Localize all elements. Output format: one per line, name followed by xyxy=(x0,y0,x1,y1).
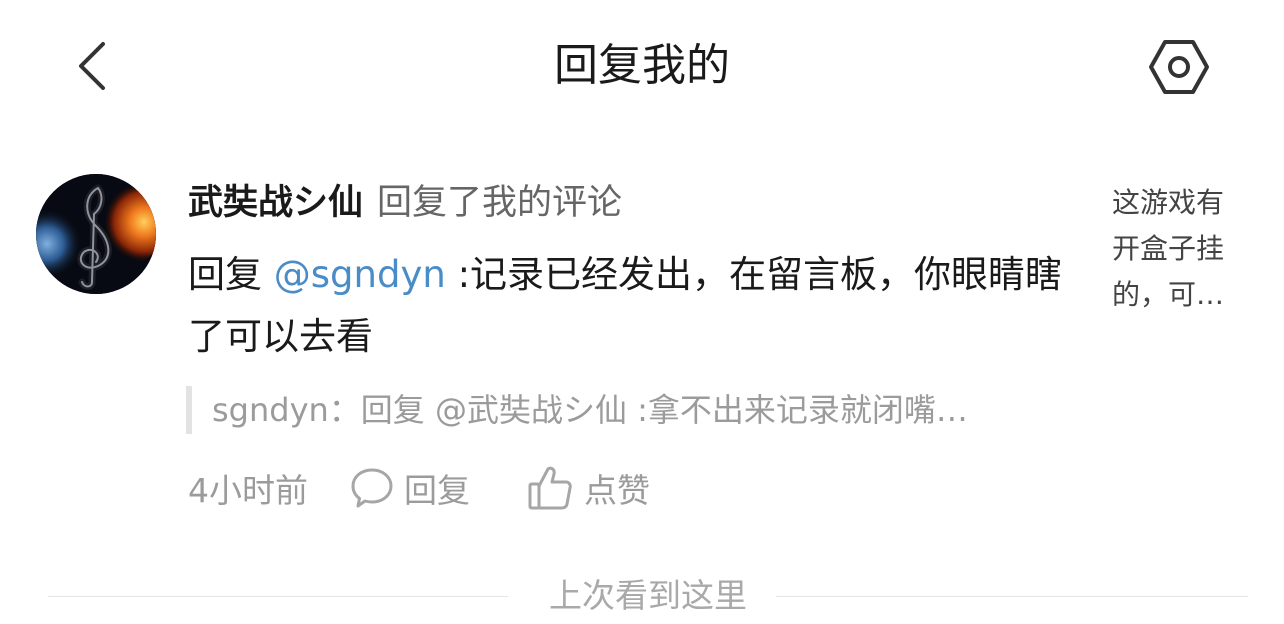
avatar[interactable] xyxy=(36,174,156,294)
original-comment-snippet[interactable]: 这游戏有 开盒子挂 的，可… xyxy=(1112,180,1242,318)
action-text: 回复了我的评论 xyxy=(377,183,623,223)
reply-prefix: 回复 xyxy=(188,253,274,296)
snippet-line: 的，可… xyxy=(1112,278,1225,311)
last-seen-divider: 上次看到这里 xyxy=(48,568,1248,624)
like-button[interactable]: 点赞 xyxy=(526,464,650,512)
comment-bubble-icon xyxy=(351,468,393,508)
page-title: 回复我的 xyxy=(554,40,730,91)
reply-content: 回复 @sgndyn :记录已经发出，在留言板，你眼睛瞎了可以去看 xyxy=(188,244,1068,368)
reply-button[interactable]: 回复 xyxy=(350,464,470,512)
treble-clef-avatar-image xyxy=(36,174,156,294)
last-seen-label: 上次看到这里 xyxy=(549,576,747,615)
username[interactable]: 武奘战シ仙 xyxy=(188,183,363,223)
settings-button[interactable] xyxy=(1144,34,1214,100)
header-bar: 回复我的 xyxy=(0,0,1284,134)
quoted-comment[interactable]: sgndyn：回复 @武奘战シ仙 :拿不出来记录就闭嘴… xyxy=(186,386,1066,434)
reply-notification-item[interactable]: 武奘战シ仙 回复了我的评论 回复 @sgndyn :记录已经发出，在留言板，你眼睛… xyxy=(0,160,1284,530)
snippet-line: 这游戏有 xyxy=(1112,186,1225,219)
reply-header-line: 武奘战シ仙 回复了我的评论 xyxy=(188,178,622,228)
timestamp: 4小时前 xyxy=(188,471,308,510)
reply-label: 回复 xyxy=(404,471,470,510)
hexagon-settings-icon xyxy=(1149,40,1209,94)
meta-row: 4小时前 回复 点赞 xyxy=(188,460,706,516)
snippet-line: 开盒子挂 xyxy=(1112,232,1225,265)
thumbs-up-icon xyxy=(528,466,572,510)
like-label: 点赞 xyxy=(584,471,650,510)
mention-link[interactable]: @sgndyn xyxy=(274,253,446,296)
